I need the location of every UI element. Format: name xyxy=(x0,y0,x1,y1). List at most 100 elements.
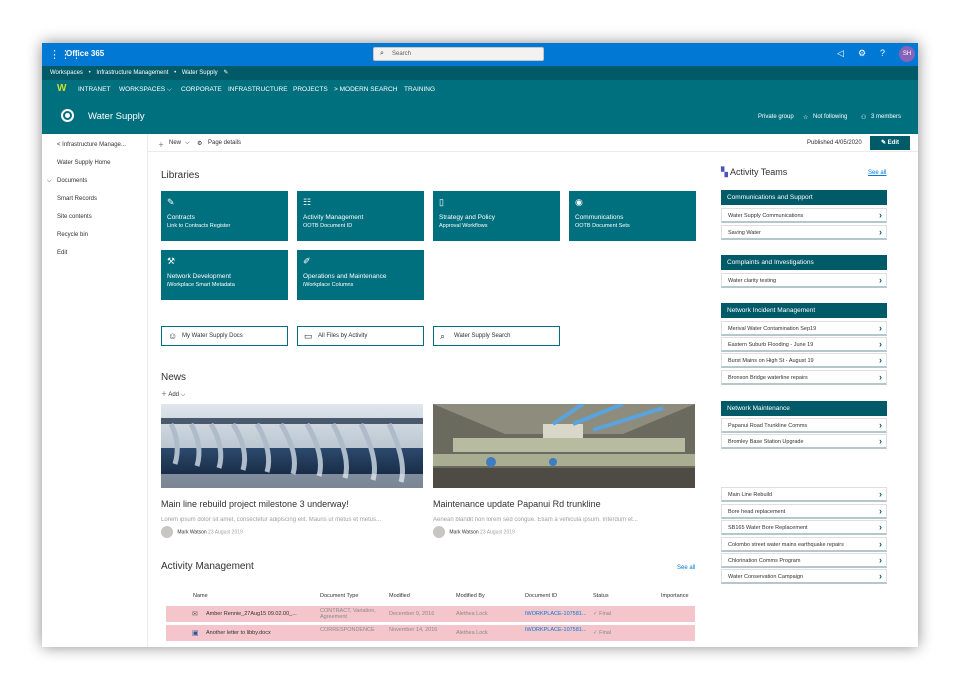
news-title-1[interactable]: Main line rebuild project milestone 3 un… xyxy=(161,499,349,509)
quicklink-label: All Files by Activity xyxy=(318,333,368,339)
gear-icon[interactable]: ⚙ xyxy=(858,48,866,59)
team-item[interactable]: Saving Water › xyxy=(721,225,887,240)
nav-item-infrastructure[interactable]: INFRASTRUCTURE xyxy=(228,86,288,93)
site-title[interactable]: Water Supply xyxy=(88,111,145,122)
nav-item-corporate[interactable]: CORPORATE xyxy=(181,86,222,93)
library-tile-network-development[interactable]: ⚒ Network Development iWorkplace Smart M… xyxy=(161,250,288,300)
project-item[interactable]: Bore head replacement › xyxy=(721,504,887,519)
pencil-icon[interactable]: ✎ xyxy=(223,70,228,76)
team-item[interactable]: Water clarity testing › xyxy=(721,273,887,288)
column-header-name[interactable]: Name xyxy=(193,593,208,599)
search-box[interactable]: ⌕ Search xyxy=(373,47,544,61)
megaphone-icon[interactable]: ◁ xyxy=(837,48,844,59)
team-group-header[interactable]: Network Maintenance xyxy=(721,401,887,416)
column-header-importance[interactable]: Importance xyxy=(661,593,689,599)
team-item[interactable]: Eastern Suburb Flooding - June 19 › xyxy=(721,337,887,352)
chevron-down-icon[interactable]: ⌵ xyxy=(185,140,190,147)
new-button[interactable]: New xyxy=(169,140,181,146)
page-details-button[interactable]: Page details xyxy=(208,140,241,146)
site-logo-icon xyxy=(61,109,74,122)
news-title-2[interactable]: Maintenance update Papanui Rd trunkline xyxy=(433,499,601,509)
news-add-button[interactable]: ＋ Add ⌵ xyxy=(161,389,185,399)
project-item[interactable]: SB165 Water Bore Replacement › xyxy=(721,520,887,535)
cell-name[interactable]: Another letter to libby.docx xyxy=(206,630,271,636)
chevron-down-icon[interactable]: ⌵ xyxy=(47,178,52,185)
hub-link-infrastructure[interactable]: Infrastructure Management xyxy=(96,70,168,76)
nav-item-training[interactable]: TRAINING xyxy=(404,86,435,93)
chevron-right-icon: › xyxy=(879,555,882,565)
quicklink-my-docs[interactable]: ☺ My Water Supply Docs xyxy=(161,326,288,346)
project-item[interactable]: Water Conservation Campaign › xyxy=(721,569,887,584)
column-header-document-id[interactable]: Document ID xyxy=(525,593,557,599)
team-item[interactable]: Burst Mains on High St - August 19 › xyxy=(721,353,887,368)
plus-icon[interactable]: ＋ xyxy=(158,140,164,149)
published-status: Published 4/05/2020 xyxy=(807,140,862,146)
cell-document-id[interactable]: IWORKPLACE-107581... xyxy=(525,627,586,633)
quicklink-search[interactable]: ⌕ Water Supply Search xyxy=(433,326,560,346)
team-group-header[interactable]: Complaints and Investigations xyxy=(721,255,887,270)
app-name[interactable]: Office 365 xyxy=(66,49,104,58)
folder-icon: ▭ xyxy=(304,331,313,341)
leftnav-item-documents[interactable]: Documents xyxy=(57,178,87,184)
cell-name[interactable]: Amber Rennie_27Aug15 09.02.00_... xyxy=(206,611,297,617)
hub-link-workspaces[interactable]: Workspaces xyxy=(50,70,83,76)
project-item[interactable]: Main Line Rebuild › xyxy=(721,487,887,502)
news-add-label: Add xyxy=(168,392,180,398)
team-group-header[interactable]: Communications and Support xyxy=(721,190,887,205)
members-button[interactable]: 3 members xyxy=(871,114,901,120)
group-privacy: Private group xyxy=(758,114,794,120)
edit-button[interactable]: ✎ Edit xyxy=(870,136,910,150)
project-item-label: Main Line Rebuild xyxy=(728,492,773,498)
back-link[interactable]: < Infrastructure Manage... xyxy=(57,142,126,148)
column-header-status[interactable]: Status xyxy=(593,593,609,599)
library-tile-communications[interactable]: ◉ Communications OOTB Document Sets xyxy=(569,191,696,241)
library-tile-operations-maintenance[interactable]: ✐ Operations and Maintenance iWorkplace … xyxy=(297,250,424,300)
leftnav-item-home[interactable]: Water Supply Home xyxy=(57,160,110,166)
chevron-right-icon: › xyxy=(879,489,882,499)
team-group-header[interactable]: Network Incident Management xyxy=(721,303,887,318)
project-item-label: SB165 Water Bore Replacement xyxy=(728,525,808,531)
nav-item-modern-search[interactable]: > MODERN SEARCH xyxy=(334,86,397,93)
team-item[interactable]: Merival Water Contamination Sep19 › xyxy=(721,321,887,336)
nav-item-intranet[interactable]: INTRANET xyxy=(78,86,111,93)
leftnav-item-site-contents[interactable]: Site contents xyxy=(57,214,92,220)
leftnav-item-smart-records[interactable]: Smart Records xyxy=(57,196,97,202)
column-header-document-type[interactable]: Document Type xyxy=(320,593,358,599)
nav-item-workspaces[interactable]: WORKSPACES ⌵ xyxy=(119,86,172,94)
activity-see-all[interactable]: See all xyxy=(677,565,695,571)
table-row[interactable]: ✉ Amber Rennie_27Aug15 09.02.00_... CONT… xyxy=(166,606,695,622)
library-tile-contracts[interactable]: ✎ Contracts Link to Contracts Register xyxy=(161,191,288,241)
teams-see-all[interactable]: See all xyxy=(868,170,886,176)
chevron-right-icon: › xyxy=(879,275,882,285)
word-file-icon: ▣ xyxy=(192,630,199,637)
person-icon: ⚇ xyxy=(861,115,867,121)
team-item[interactable]: Bromley Base Station Upgrade › xyxy=(721,434,887,449)
hub-link-water-supply[interactable]: Water Supply xyxy=(182,70,218,76)
brand-logo[interactable]: W xyxy=(57,83,66,94)
help-icon[interactable]: ? xyxy=(880,48,885,58)
project-item[interactable]: Colombo street water mains earthquake re… xyxy=(721,537,887,552)
team-item[interactable]: Bronson Bridge waterline repairs › xyxy=(721,370,887,385)
library-tile-activity-management[interactable]: ☷ Activity Management OOTB Document ID xyxy=(297,191,424,241)
table-row[interactable]: ▣ Another letter to libby.docx CORRESPON… xyxy=(166,625,695,641)
team-item-label: Eastern Suburb Flooding - June 19 xyxy=(728,342,814,348)
nav-item-projects[interactable]: PROJECTS xyxy=(293,86,328,93)
leftnav-item-edit[interactable]: Edit xyxy=(57,250,67,256)
column-header-modified-by[interactable]: Modified By xyxy=(456,593,485,599)
leftnav-item-recycle-bin[interactable]: Recycle bin xyxy=(57,232,88,238)
follow-button[interactable]: Not following xyxy=(813,114,847,120)
gear-icon[interactable]: ⚙ xyxy=(197,140,202,147)
quicklink-all-files[interactable]: ▭ All Files by Activity xyxy=(297,326,424,346)
news-image-1[interactable] xyxy=(161,404,423,488)
column-header-modified[interactable]: Modified xyxy=(389,593,410,599)
cell-document-id[interactable]: IWORKPLACE-107581... xyxy=(525,611,586,617)
team-item[interactable]: Papanui Road Trunkline Comms › xyxy=(721,418,887,433)
avatar[interactable]: SH xyxy=(899,46,915,62)
project-item[interactable]: Chlorination Comms Program › xyxy=(721,553,887,568)
team-item[interactable]: Water Supply Communications › xyxy=(721,208,887,223)
hub-breadcrumb: Workspaces • Infrastructure Management •… xyxy=(42,66,918,80)
chevron-right-icon: › xyxy=(879,339,882,349)
library-tile-strategy-policy[interactable]: ▯ Strategy and Policy Approval Workflows xyxy=(433,191,560,241)
star-icon[interactable]: ☆ xyxy=(803,114,808,121)
news-image-2[interactable] xyxy=(433,404,695,488)
